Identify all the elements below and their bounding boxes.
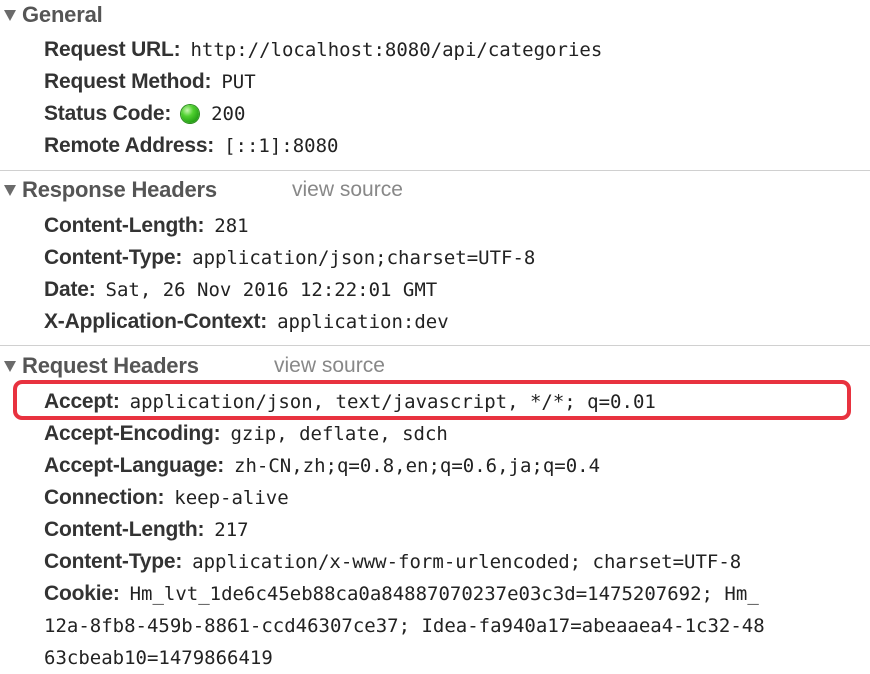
response-header-row: Content-Length: 281 [44, 210, 249, 242]
remote-address-row: Remote Address: [::1]:8080 [44, 130, 339, 162]
header-key: Content-Length: [44, 214, 205, 237]
header-value: application/x-www-form-urlencoded; chars… [192, 551, 742, 573]
cookie-value-continuation: 12a-8fb8-459b-8861-ccd46307ce37; Idea-fa… [44, 615, 765, 637]
request-header-row: Content-Length: 217 [44, 514, 249, 546]
highlight-annotation-box [13, 380, 851, 420]
header-key: Accept-Encoding: [44, 422, 221, 445]
request-method-label: Request Method: [44, 70, 212, 93]
header-key: Content-Type: [44, 550, 183, 573]
collapse-triangle-icon[interactable] [4, 360, 16, 372]
request-header-row: Accept-Encoding: gzip, deflate, sdch [44, 418, 448, 450]
header-value: 281 [214, 215, 249, 237]
request-header-row: Content-Type: application/x-www-form-url… [44, 546, 741, 578]
status-code-row: Status Code: 200 [44, 98, 245, 130]
response-header-row: Content-Type: application/json;charset=U… [44, 242, 535, 274]
header-key: X-Application-Context: [44, 310, 268, 333]
request-headers-section-header[interactable]: Request Headers [0, 350, 199, 382]
header-value: application/json;charset=UTF-8 [192, 247, 536, 269]
header-value: Hm_lvt_1de6c45eb88ca0a84887070237e03c3d=… [129, 583, 759, 605]
header-value: 217 [214, 519, 249, 541]
header-value: Sat, 26 Nov 2016 12:22:01 GMT [105, 279, 438, 301]
collapse-triangle-icon[interactable] [4, 9, 16, 21]
header-key: Date: [44, 278, 96, 301]
header-value: keep-alive [174, 487, 289, 509]
header-value: zh-CN,zh;q=0.8,en;q=0.6,ja;q=0.4 [234, 455, 601, 477]
general-title: General [22, 2, 103, 27]
response-headers-title: Response Headers [22, 177, 217, 202]
request-view-source-link[interactable]: view source [274, 354, 385, 378]
status-ok-icon [181, 105, 200, 123]
status-code-label: Status Code: [44, 102, 172, 125]
cookie-value-continuation: 63cbeab10=1479866419 [44, 647, 273, 669]
header-key: Content-Length: [44, 518, 205, 541]
request-method-value: PUT [221, 71, 256, 93]
collapse-triangle-icon[interactable] [4, 184, 16, 196]
request-url-value: http://localhost:8080/api/categories [190, 39, 603, 61]
header-value: application:dev [277, 311, 449, 333]
status-code-value: 200 [211, 103, 246, 125]
header-key: Connection: [44, 486, 165, 509]
header-value: gzip, deflate, sdch [230, 423, 448, 445]
header-key: Content-Type: [44, 246, 183, 269]
request-url-row: Request URL: http://localhost:8080/api/c… [44, 34, 602, 66]
general-section-header[interactable]: General [0, 0, 103, 31]
request-header-row: Accept-Language: zh-CN,zh;q=0.8,en;q=0.6… [44, 450, 600, 482]
header-key: Cookie: [44, 582, 120, 605]
section-divider [0, 170, 870, 171]
response-header-row: X-Application-Context: application:dev [44, 306, 449, 338]
request-method-row: Request Method: PUT [44, 66, 256, 98]
remote-address-value: [::1]:8080 [224, 135, 339, 157]
response-headers-section-header[interactable]: Response Headers [0, 174, 217, 206]
section-divider [0, 345, 870, 346]
header-key: Accept-Language: [44, 454, 224, 477]
request-header-row-cookie: Cookie: Hm_lvt_1de6c45eb88ca0a8488707023… [44, 578, 759, 610]
request-header-row: Connection: keep-alive [44, 482, 289, 514]
response-view-source-link[interactable]: view source [292, 178, 403, 202]
request-headers-title: Request Headers [22, 353, 199, 378]
response-header-row: Date: Sat, 26 Nov 2016 12:22:01 GMT [44, 274, 437, 306]
request-url-label: Request URL: [44, 38, 181, 61]
remote-address-label: Remote Address: [44, 134, 215, 157]
